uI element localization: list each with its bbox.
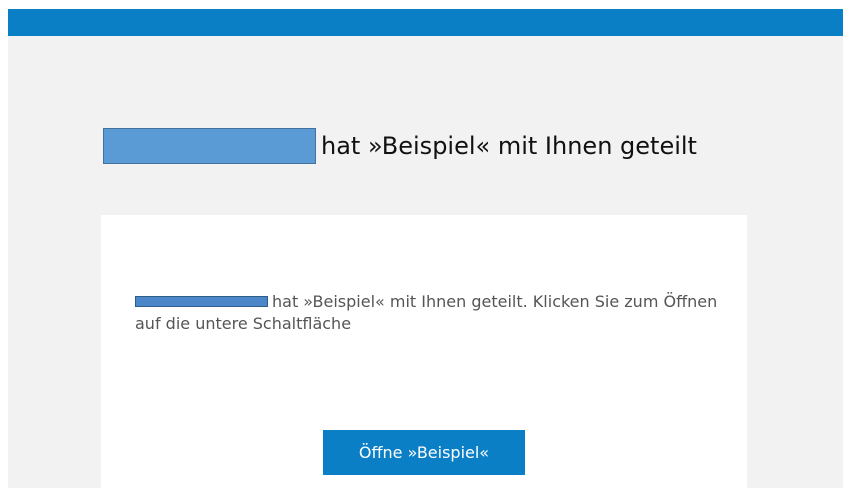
- top-color-bar: [8, 9, 843, 36]
- share-heading: hat »Beispiel« mit Ihnen geteilt: [103, 127, 697, 165]
- redacted-sender-name-inline: [135, 296, 268, 307]
- share-message: hat »Beispiel« mit Ihnen geteilt. Klicke…: [135, 291, 735, 335]
- open-document-button[interactable]: Öffne »Beispiel«: [323, 430, 525, 475]
- message-card: hat »Beispiel« mit Ihnen geteilt. Klicke…: [101, 215, 747, 488]
- heading-text: hat »Beispiel« mit Ihnen geteilt: [321, 132, 697, 160]
- redacted-sender-name: [103, 128, 316, 164]
- email-frame: hat »Beispiel« mit Ihnen geteilt hat »Be…: [8, 9, 843, 488]
- open-button-label: Öffne »Beispiel«: [358, 443, 490, 462]
